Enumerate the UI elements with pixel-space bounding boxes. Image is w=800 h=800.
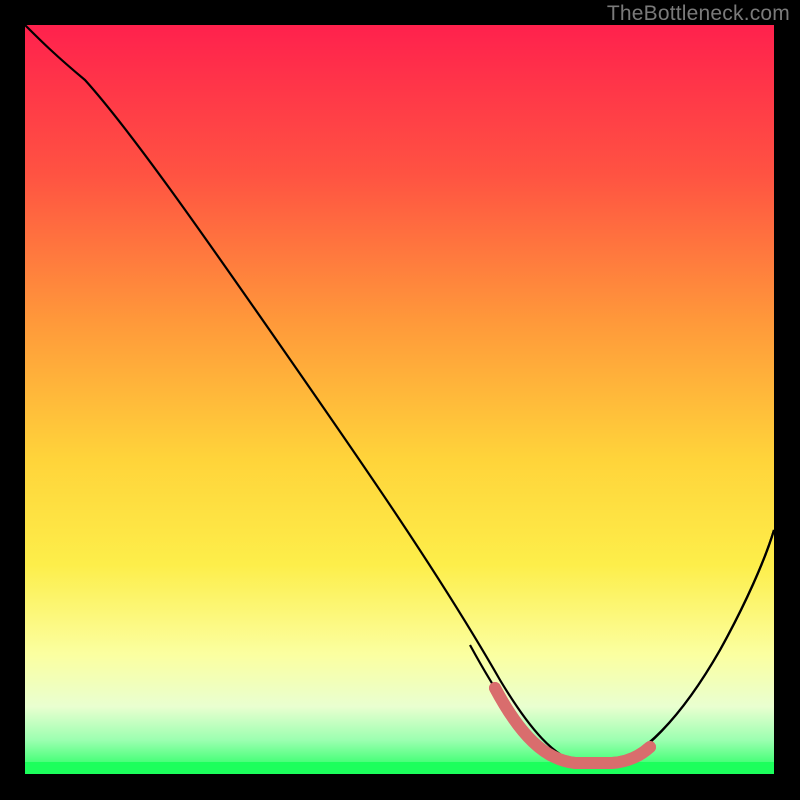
watermark-label: TheBottleneck.com	[607, 2, 790, 26]
frame-bottom	[0, 774, 800, 800]
frame-right	[774, 0, 800, 800]
baseline-green	[25, 762, 774, 774]
plot-background	[25, 25, 774, 774]
bottleneck-chart	[0, 0, 800, 800]
frame-left	[0, 0, 25, 800]
